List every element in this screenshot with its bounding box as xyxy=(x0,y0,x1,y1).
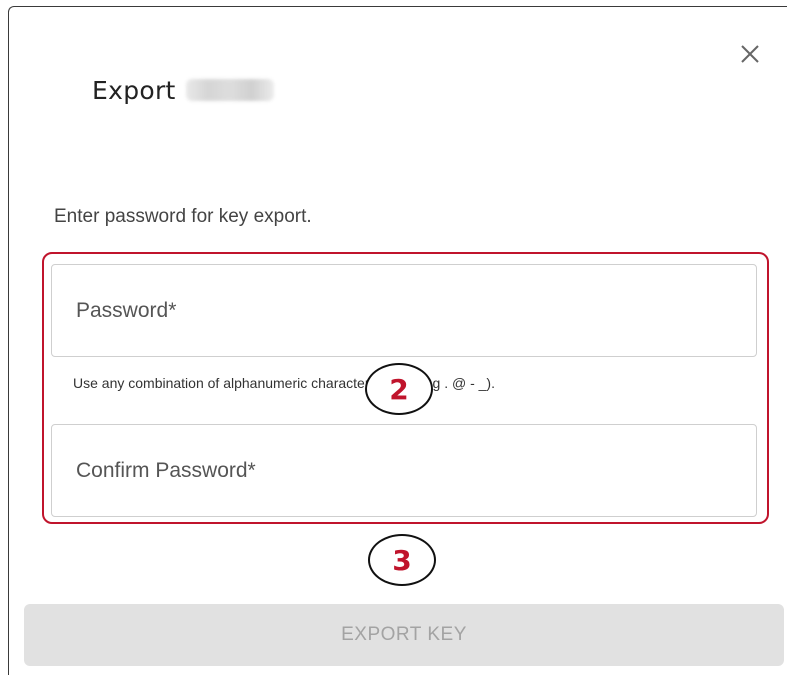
password-input[interactable] xyxy=(52,265,756,356)
password-field[interactable] xyxy=(51,264,757,357)
instruction-text: Enter password for key export. xyxy=(54,206,312,227)
annotation-callout-2: 2 xyxy=(365,363,433,415)
redacted-key-name xyxy=(185,79,274,101)
confirm-password-input[interactable] xyxy=(52,425,756,516)
close-icon[interactable] xyxy=(736,40,764,68)
dialog-header: Export xyxy=(92,70,274,110)
dialog-title: Export xyxy=(92,75,176,105)
confirm-password-field[interactable] xyxy=(51,424,757,517)
export-key-button[interactable]: EXPORT KEY xyxy=(24,604,784,666)
annotation-callout-3: 3 xyxy=(368,534,436,586)
